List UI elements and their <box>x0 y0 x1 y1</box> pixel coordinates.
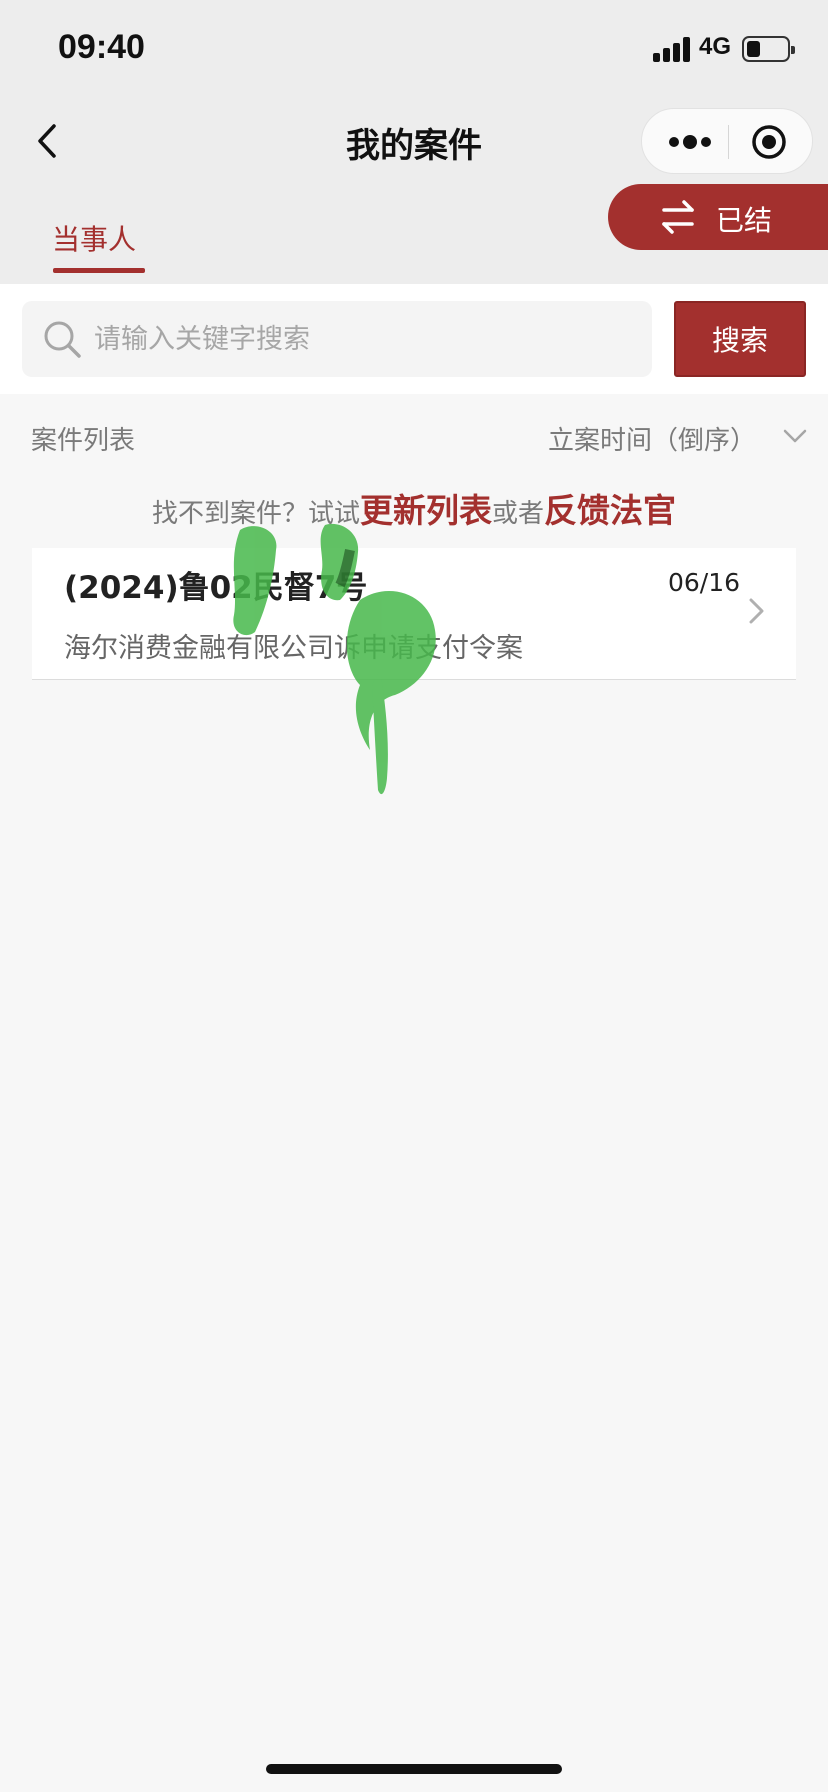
search-button[interactable]: 搜索 <box>674 301 806 377</box>
chevron-right-icon <box>746 594 768 628</box>
refresh-list-link[interactable]: 更新列表 <box>360 491 492 530</box>
search-box[interactable] <box>22 301 652 377</box>
case-date: 06/16 <box>667 568 740 597</box>
more-icon[interactable] <box>662 109 718 175</box>
home-indicator[interactable] <box>266 1764 562 1774</box>
not-found-hint: 找不到案件？试试更新列表或者反馈法官 <box>0 484 828 532</box>
hint-prefix: 找不到案件？试试 <box>151 499 360 529</box>
list-header: 案件列表 立案时间（倒序） <box>0 412 828 462</box>
concluded-label: 已结 <box>716 204 773 237</box>
case-description: 海尔消费金融有限公司诉申请支付令案 <box>64 633 523 664</box>
concluded-cases-button[interactable]: 已结 <box>608 184 828 250</box>
search-icon <box>42 319 82 359</box>
status-time: 09:40 <box>58 28 145 66</box>
swap-icon <box>660 200 696 234</box>
mini-program-capsule <box>641 108 813 174</box>
feedback-judge-link[interactable]: 反馈法官 <box>544 491 676 530</box>
tab-active-indicator <box>53 268 145 273</box>
network-type: 4G <box>699 33 732 60</box>
status-bar: 09:40 4G <box>0 0 828 100</box>
list-title: 案件列表 <box>31 426 136 456</box>
hint-middle: 或者 <box>492 499 545 529</box>
capsule-divider <box>728 125 729 159</box>
nav-bar: 我的案件 <box>0 100 828 184</box>
signal-icon <box>653 36 691 62</box>
header-area: 09:40 4G 我的案件 当事人 已结 <box>0 0 828 284</box>
chevron-down-icon[interactable] <box>782 426 808 446</box>
search-input[interactable] <box>94 301 634 377</box>
case-list-item[interactable]: (2024)鲁02民督7号 06/16 海尔消费金融有限公司诉申请支付令案 <box>32 548 796 680</box>
sort-selector[interactable]: 立案时间（倒序） <box>548 420 756 457</box>
tab-party[interactable]: 当事人 <box>52 218 136 258</box>
search-bar: 搜索 <box>0 284 828 394</box>
target-icon[interactable] <box>744 117 794 167</box>
battery-icon <box>742 36 795 62</box>
case-number: (2024)鲁02民督7号 <box>64 570 368 606</box>
